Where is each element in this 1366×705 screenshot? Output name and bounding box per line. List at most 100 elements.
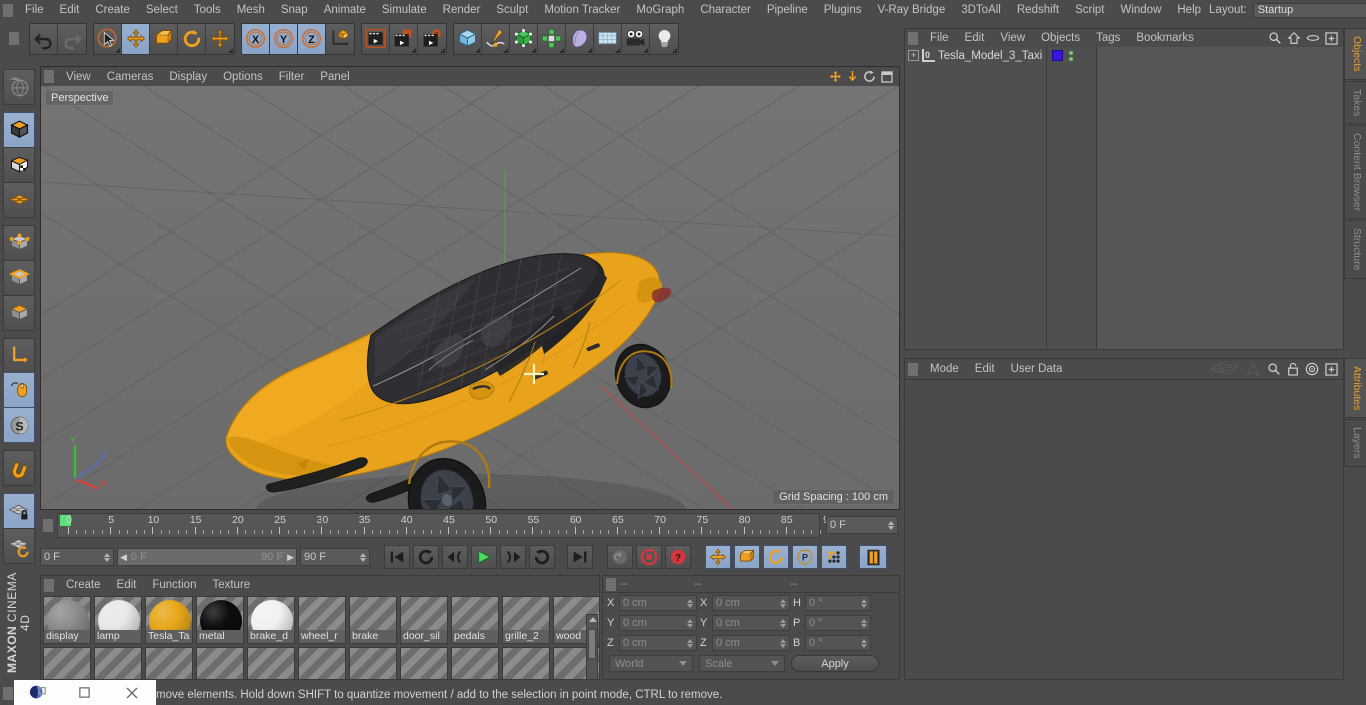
material-menu-texture[interactable]: Texture (204, 575, 258, 595)
coordinate-system-dropdown[interactable]: World (609, 655, 693, 672)
viewport-menu-display[interactable]: Display (161, 67, 215, 87)
object-tags-column[interactable] (1047, 47, 1097, 349)
menu-window[interactable]: Window (1112, 0, 1169, 20)
scrollbar-thumb[interactable] (588, 629, 596, 659)
coordinate-value-field[interactable]: 0 cm (712, 615, 790, 631)
layout-dropdown[interactable]: Startup (1252, 2, 1366, 18)
visibility-dots-icon[interactable] (1069, 50, 1073, 61)
mouse-viewport-icon[interactable] (3, 372, 35, 409)
object-menu-bookmarks[interactable]: Bookmarks (1128, 28, 1202, 48)
polygons-mode-icon[interactable] (3, 294, 35, 331)
menu-v-ray-bridge[interactable]: V-Ray Bridge (869, 0, 953, 20)
snap-s-icon[interactable]: S (3, 407, 35, 444)
axis-x-button[interactable]: X (242, 23, 270, 54)
render-region-icon[interactable] (390, 23, 418, 54)
spinner-icon[interactable] (780, 598, 786, 608)
spinner-icon[interactable] (888, 520, 894, 530)
range-right-arrow-icon[interactable]: ▶ (287, 552, 294, 563)
axis-y-button[interactable]: Y (270, 23, 298, 54)
menu-pipeline[interactable]: Pipeline (759, 0, 816, 20)
spinner-icon[interactable] (687, 598, 693, 608)
material-item[interactable]: pedals (451, 596, 499, 644)
new-view-icon[interactable] (1325, 31, 1338, 45)
navigation-forward-icon[interactable] (1245, 361, 1261, 377)
redo-icon[interactable] (58, 23, 86, 54)
viewport-3d-canvas[interactable]: Y X Z (41, 86, 899, 509)
tab-takes[interactable]: Takes (1344, 80, 1366, 125)
live-selection-icon[interactable] (94, 23, 122, 54)
spinner-icon[interactable] (861, 638, 867, 648)
coordinate-value-field[interactable]: 0 cm (619, 615, 697, 631)
material-preview[interactable] (349, 647, 397, 679)
material-preview[interactable]: pedals (451, 596, 499, 644)
object-manager-gripper[interactable] (908, 31, 918, 45)
menu-script[interactable]: Script (1067, 0, 1112, 20)
material-preview[interactable]: lamp (94, 596, 142, 644)
keyframe-selection-button[interactable]: ? (665, 545, 691, 569)
move-panel-icon[interactable] (829, 70, 842, 83)
viewport-menu-panel[interactable]: Panel (312, 67, 357, 87)
viewport-menu-cameras[interactable]: Cameras (99, 67, 162, 87)
material-preview[interactable] (298, 647, 346, 679)
navigation-back-icon[interactable] (1209, 362, 1239, 376)
object-tree[interactable]: +0 Tesla_Model_3_Taxi (905, 47, 1047, 349)
viewport-gripper[interactable] (44, 70, 54, 83)
tab-objects[interactable]: Objects (1344, 28, 1366, 80)
tab-layers[interactable]: Layers (1344, 419, 1366, 467)
search-icon[interactable] (1267, 362, 1281, 376)
material-menu-create[interactable]: Create (58, 575, 109, 595)
coordinate-value-field[interactable]: 0 ° (805, 615, 871, 631)
material-item[interactable]: grille_2 (502, 596, 550, 644)
end-frame-field[interactable]: 90 F (300, 548, 370, 566)
material-item[interactable]: door_sil (400, 596, 448, 644)
timeline-ruler[interactable]: 051015202530354045505560657075808590 (57, 513, 835, 538)
menu-redshift[interactable]: Redshift (1009, 0, 1067, 20)
menu-plugins[interactable]: Plugins (816, 0, 870, 20)
spinner-icon[interactable] (780, 618, 786, 628)
ellipse-icon[interactable] (1306, 32, 1320, 44)
restore-window-icon[interactable] (61, 686, 108, 699)
render-view-icon[interactable] (362, 23, 390, 54)
spinner-icon[interactable] (360, 552, 366, 562)
go-to-end-button[interactable] (567, 545, 593, 569)
home-icon[interactable] (1287, 31, 1301, 45)
point-level-animation-button[interactable] (821, 545, 847, 569)
record-active-objects-button[interactable] (636, 545, 662, 569)
attribute-manager-body[interactable] (905, 379, 1343, 679)
toolbar-gripper[interactable] (9, 32, 19, 45)
attribute-manager-gripper[interactable] (908, 362, 918, 376)
points-mode-icon[interactable] (3, 224, 35, 261)
edges-mode-icon[interactable] (3, 259, 35, 296)
attribute-menu-user-data[interactable]: User Data (1003, 359, 1071, 379)
add-mograph-icon[interactable] (538, 23, 566, 54)
lock-icon[interactable] (1287, 362, 1299, 376)
next-frame-button[interactable] (500, 545, 526, 569)
move-tool-icon[interactable] (122, 23, 150, 54)
viewport-menu-filter[interactable]: Filter (271, 67, 313, 87)
cinema4d-app-icon[interactable] (14, 684, 61, 702)
object-manager-empty-area[interactable] (1097, 47, 1343, 349)
material-preview[interactable] (502, 647, 550, 679)
close-window-icon[interactable] (109, 686, 156, 700)
menu-edit[interactable]: Edit (52, 0, 88, 20)
world-coordinate-system-icon[interactable] (326, 23, 354, 54)
new-view-icon[interactable] (1325, 362, 1338, 376)
material-item[interactable] (43, 647, 91, 679)
rotate-panel-icon[interactable] (863, 70, 876, 83)
material-preview[interactable]: Tesla_Ta (145, 596, 193, 644)
material-preview[interactable]: wheel_r (298, 596, 346, 644)
object-menu-file[interactable]: File (922, 28, 957, 48)
attribute-menu-mode[interactable]: Mode (922, 359, 967, 379)
polygon-grid-icon[interactable] (3, 181, 35, 218)
material-preview[interactable]: metal (196, 596, 244, 644)
play-button[interactable] (471, 545, 497, 569)
undo-view-icon[interactable] (3, 69, 35, 105)
rotate-key-button[interactable] (763, 545, 789, 569)
material-preview[interactable]: brake (349, 596, 397, 644)
render-settings-icon[interactable] (418, 23, 446, 54)
object-menu-tags[interactable]: Tags (1088, 28, 1128, 48)
coordinate-value-field[interactable]: 0 cm (712, 595, 790, 611)
add-scene-icon[interactable] (594, 23, 622, 54)
material-scrollbar[interactable] (586, 614, 598, 679)
menu-snap[interactable]: Snap (273, 0, 316, 20)
